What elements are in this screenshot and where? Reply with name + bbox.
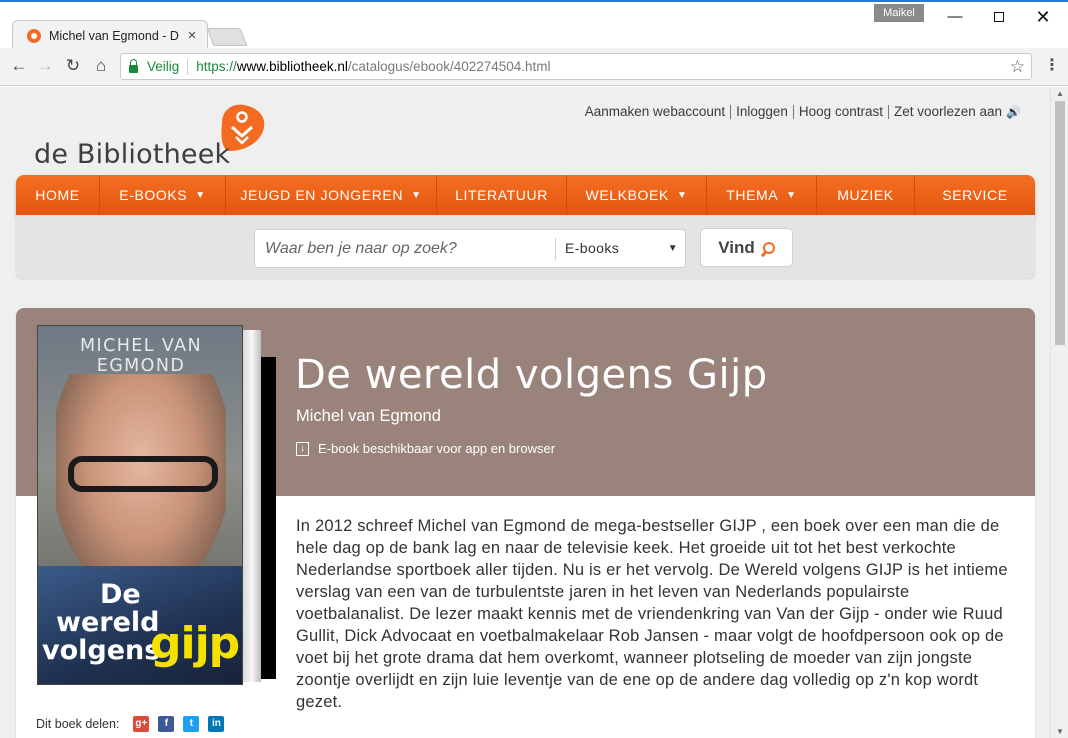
google-plus-icon[interactable]: g+ xyxy=(133,716,150,732)
speaker-icon: 🔊 xyxy=(1006,105,1021,119)
url-host: www.bibliotheek.nl xyxy=(236,59,348,74)
site-logo[interactable]: de Bibliotheek xyxy=(34,103,274,173)
nav-ebooks[interactable]: E-BOOKS ▼ xyxy=(100,175,226,215)
search-icon xyxy=(762,241,775,254)
category-select[interactable]: E-books ▼ xyxy=(556,230,684,267)
address-bar[interactable]: Veilig https://www.bibliotheek.nl/catalo… xyxy=(120,53,1032,80)
chevron-down-icon: ▼ xyxy=(676,189,688,201)
chevron-down-icon: ▼ xyxy=(667,243,678,254)
reload-icon[interactable]: ↻ xyxy=(62,55,84,77)
page-scrollbar[interactable]: ▲ ▼ xyxy=(1050,87,1068,738)
browser-toolbar: ← → ↻ ⌂ Veilig https://www.bibliotheek.n… xyxy=(0,48,1068,86)
favicon-icon xyxy=(27,28,41,43)
book-card: MICHEL VAN EGMOND De wereld volgens gijp… xyxy=(16,308,1035,738)
book-description: In 2012 schreef Michel van Egmond de meg… xyxy=(296,517,1008,711)
link-create-account[interactable]: Aanmaken webaccount xyxy=(580,105,730,119)
link-high-contrast[interactable]: Hoog contrast xyxy=(792,105,888,119)
read-aloud-label: Zet voorlezen aan xyxy=(893,104,1003,119)
tab-title: Michel van Egmond - De xyxy=(49,28,179,43)
forward-arrow-icon[interactable]: → xyxy=(34,55,56,77)
download-icon: ↓ xyxy=(296,441,309,456)
logo-text: de Bibliotheek xyxy=(34,139,231,170)
search-bar: E-books ▼ Vind xyxy=(16,215,1035,278)
lock-icon xyxy=(129,58,138,73)
book-cover[interactable]: MICHEL VAN EGMOND De wereld volgens gijp xyxy=(37,325,243,685)
bookmark-star-icon[interactable]: ☆ xyxy=(1010,57,1025,77)
minimize-icon[interactable]: — xyxy=(932,6,978,28)
secure-label: Veilig xyxy=(147,59,180,74)
browser-tab[interactable]: Michel van Egmond - De × xyxy=(12,20,208,50)
cover-title-word: gijp xyxy=(150,618,240,669)
back-arrow-icon[interactable]: ← xyxy=(8,55,30,77)
search-box: E-books ▼ xyxy=(254,229,686,268)
cover-author: MICHEL VAN EGMOND xyxy=(80,336,202,376)
chevron-down-icon: ▼ xyxy=(786,189,797,201)
url-protocol: https:// xyxy=(196,59,237,74)
nav-service[interactable]: SERVICE xyxy=(915,175,1035,215)
book-author[interactable]: Michel van Egmond xyxy=(296,407,441,426)
search-button[interactable]: Vind xyxy=(700,228,793,267)
chevron-down-icon: ▼ xyxy=(195,189,206,201)
search-input[interactable] xyxy=(255,230,555,267)
cover-glasses xyxy=(68,456,218,492)
scroll-down-icon[interactable]: ▼ xyxy=(1055,727,1065,736)
scroll-up-icon[interactable]: ▲ xyxy=(1055,89,1065,98)
nav-home[interactable]: HOME xyxy=(16,175,100,215)
url-path: /catalogus/ebook/402274504.html xyxy=(347,59,551,74)
format-note: E-book beschikbaar voor app en browser xyxy=(318,441,556,456)
nav-welkboek[interactable]: WELKBOEK ▼ xyxy=(567,175,707,215)
twitter-icon[interactable]: t xyxy=(183,716,200,732)
main-navigation: HOME E-BOOKS ▼ JEUGD EN JONGEREN ▼ LITERAT… xyxy=(16,175,1035,215)
profile-badge[interactable]: Maikel xyxy=(874,4,924,22)
share-label: Dit boek delen: xyxy=(36,717,120,731)
share-bar: Dit boek delen: g+ f t in xyxy=(36,716,233,732)
search-button-label: Vind xyxy=(718,237,755,257)
category-selected: E-books xyxy=(565,240,620,256)
nav-thema[interactable]: THEMA ▼ xyxy=(707,175,817,215)
book-format: ↓ E-book beschikbaar voor app en browser xyxy=(296,441,555,456)
nav-muziek[interactable]: MUZIEK xyxy=(817,175,915,215)
browser-titlebar: Michel van Egmond - De × Maikel — ✕ xyxy=(0,0,1068,50)
maximize-icon[interactable] xyxy=(976,6,1022,28)
address-separator xyxy=(187,58,189,75)
link-read-aloud[interactable]: Zet voorlezen aan 🔊 xyxy=(887,104,1026,119)
close-tab-icon[interactable]: × xyxy=(185,28,199,43)
link-login[interactable]: Inloggen xyxy=(730,105,793,119)
book-title: De wereld volgens Gijp xyxy=(295,352,768,398)
web-page: de Bibliotheek Aanmaken webaccount Inlog… xyxy=(0,87,1050,738)
cover-spine xyxy=(243,330,261,682)
top-links: Aanmaken webaccount Inloggen Hoog contra… xyxy=(580,105,1026,119)
window-close-icon[interactable]: ✕ xyxy=(1020,6,1066,28)
facebook-icon[interactable]: f xyxy=(158,716,175,732)
nav-jeugd[interactable]: JEUGD EN JONGEREN ▼ xyxy=(226,175,437,215)
home-icon[interactable]: ⌂ xyxy=(90,55,112,77)
browser-menu-icon[interactable]: ⋮ xyxy=(1044,57,1060,75)
scroll-thumb[interactable] xyxy=(1055,101,1065,345)
nav-literatuur[interactable]: LITERATUUR xyxy=(437,175,567,215)
linkedin-icon[interactable]: in xyxy=(208,716,225,732)
new-tab-button[interactable] xyxy=(206,28,248,46)
chevron-down-icon: ▼ xyxy=(411,189,422,201)
